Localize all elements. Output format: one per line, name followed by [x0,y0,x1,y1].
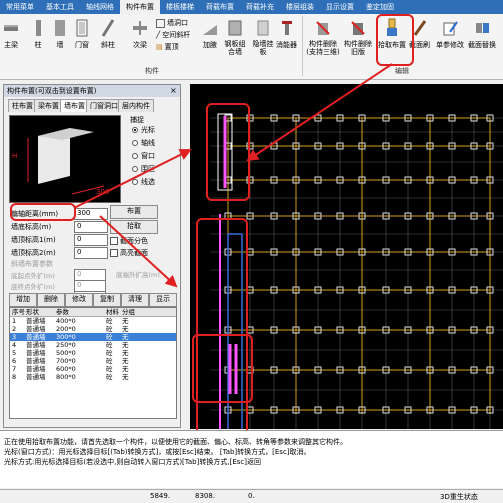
command-line-2: 光标(窗口方式)：用光标选择目标[(Tab)转换方式]，或按[Esc]结束。 [… [4,448,311,456]
command-line-1: 正在使用拾取布置功能，请首先选取一个构件，以便使用它的截面、偏心、标高、转角等参… [4,438,347,446]
command-area: 正在使用拾取布置功能，请首先选取一个构件，以便使用它的截面、偏心、标高、转角等参… [0,430,503,488]
coord-x: 5849. [150,492,171,500]
command-line-3: 光标方式:用光标选择目标(若没选中,则自动转入窗口方式)[Tab]转换方式,[E… [4,458,261,466]
status-bar: 5849. 8308. 0. 3D重生状态 [0,489,503,503]
annotation-arrows [73,63,393,288]
coord-z: 0. [248,492,255,500]
coord-y: 8308. [195,492,216,500]
status-mode: 3D重生状态 [440,493,478,501]
